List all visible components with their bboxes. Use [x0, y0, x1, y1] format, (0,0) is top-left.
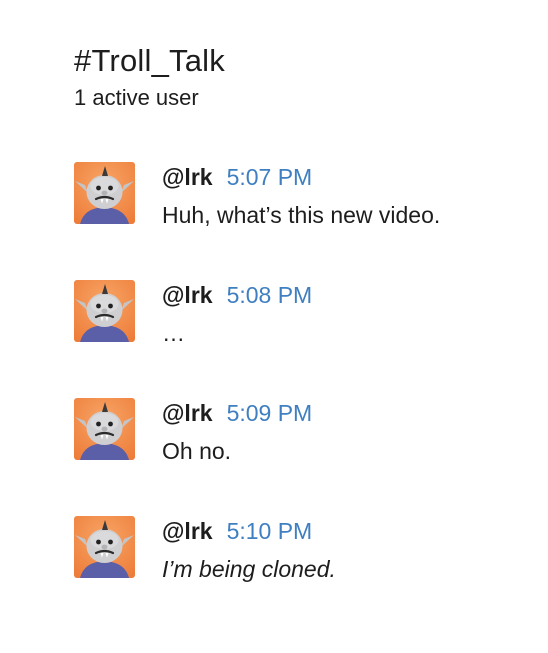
- channel-title: #Troll_Talk: [74, 43, 225, 78]
- message-list: @lrk 5:07 PM Huh, what’s this new video. …: [74, 160, 534, 632]
- message-timestamp[interactable]: 5:10 PM: [227, 518, 313, 544]
- message-text: Oh no.: [162, 438, 232, 464]
- message-meta: @lrk 5:08 PM: [162, 280, 312, 310]
- message-item: @lrk 5:09 PM Oh no.: [74, 396, 534, 514]
- message-item: @lrk 5:10 PM I’m being cloned.: [74, 514, 534, 632]
- message-meta: @lrk 5:09 PM: [162, 398, 312, 428]
- message-timestamp[interactable]: 5:08 PM: [227, 282, 313, 308]
- troll-avatar-icon[interactable]: [74, 398, 135, 460]
- troll-avatar-icon[interactable]: [74, 162, 135, 224]
- message-username[interactable]: @lrk: [162, 164, 213, 190]
- message-timestamp[interactable]: 5:07 PM: [227, 164, 313, 190]
- message-username[interactable]: @lrk: [162, 400, 213, 426]
- troll-avatar-icon[interactable]: [74, 280, 135, 342]
- message-text: Huh, what’s this new video.: [162, 202, 441, 228]
- troll-avatar-icon[interactable]: [74, 516, 135, 578]
- message-text: …: [162, 320, 185, 346]
- message-text: I’m being cloned.: [162, 556, 336, 582]
- message-item: @lrk 5:08 PM …: [74, 278, 534, 396]
- message-meta: @lrk 5:10 PM: [162, 516, 312, 546]
- message-meta: @lrk 5:07 PM: [162, 162, 312, 192]
- channel-header: #Troll_Talk 1 active user: [74, 42, 225, 112]
- message-username[interactable]: @lrk: [162, 282, 213, 308]
- message-item: @lrk 5:07 PM Huh, what’s this new video.: [74, 160, 534, 278]
- message-username[interactable]: @lrk: [162, 518, 213, 544]
- message-timestamp[interactable]: 5:09 PM: [227, 400, 313, 426]
- active-users-count: 1 active user: [74, 85, 199, 110]
